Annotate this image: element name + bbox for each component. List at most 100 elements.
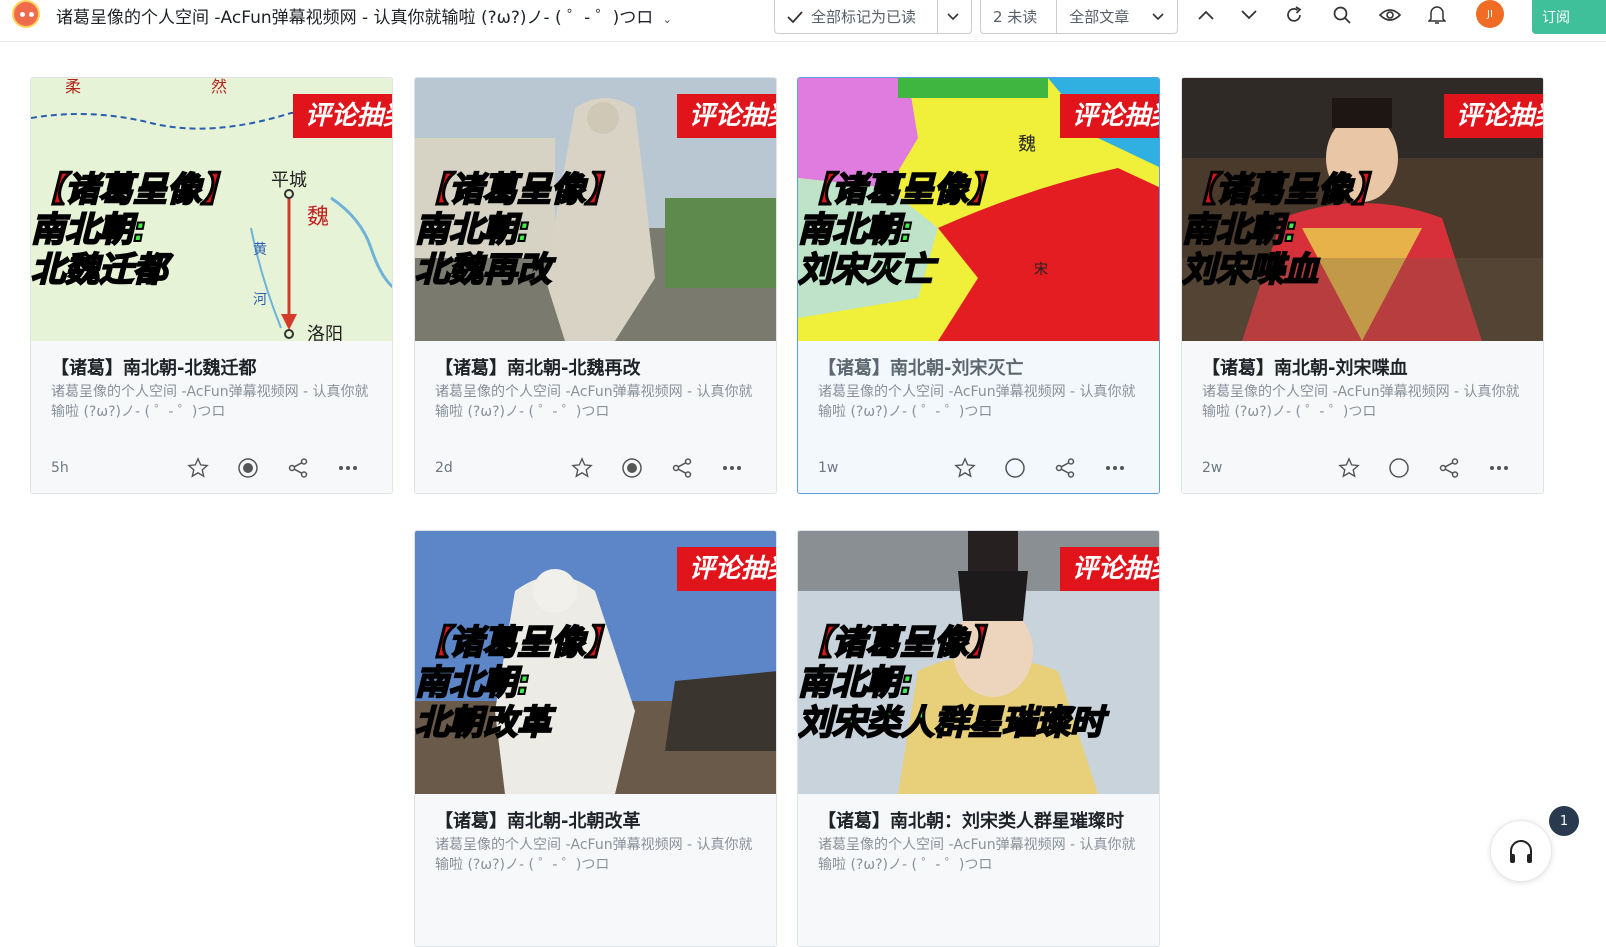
mark-all-read-options-button[interactable] xyxy=(937,0,971,33)
article-title[interactable]: 【诸葛】南北朝-北魏再改 xyxy=(435,354,640,380)
thumbnail-line: 【诸葛呈像】 xyxy=(31,169,236,211)
thumbnail-badge: 评论抽奖 xyxy=(1060,547,1159,591)
feed-title-text: 诸葛呈像的个人空间 -AcFun弹幕视频网 - 认真你就输啦 (?ω?)ノ- (… xyxy=(56,8,654,28)
article-title[interactable]: 【诸葛】南北朝：刘宋类人群星璀璨时 xyxy=(818,807,1124,833)
article-thumbnail: 魏 宋 评论抽奖 【诸葛呈像】 南北朝: 刘宋灭亡 xyxy=(798,78,1159,341)
article-title[interactable]: 【诸葛】南北朝-刘宋灭亡 xyxy=(818,354,1023,380)
share-button[interactable] xyxy=(286,456,310,480)
more-options-button[interactable] xyxy=(720,456,744,480)
feed-title-dropdown[interactable]: 诸葛呈像的个人空间 -AcFun弹幕视频网 - 认真你就输啦 (?ω?)ノ- (… xyxy=(56,3,672,28)
article-description: 诸葛呈像的个人空间 -AcFun弹幕视频网 - 认真你就输啦 (?ω?)ノ- (… xyxy=(51,384,369,420)
share-icon xyxy=(1439,458,1459,478)
read-circle-icon xyxy=(1005,458,1025,478)
more-icon xyxy=(1106,466,1124,470)
thumbnail-line: 南北朝: xyxy=(31,209,148,251)
audio-player-button[interactable] xyxy=(1490,820,1552,882)
check-icon xyxy=(787,10,803,23)
map-label: 平城 xyxy=(271,170,307,190)
star-button[interactable] xyxy=(1337,456,1361,480)
mark-all-read-label: 全部标记为已读 xyxy=(811,8,917,26)
user-avatar[interactable]: JI xyxy=(1476,0,1504,28)
article-title[interactable]: 【诸葛】南北朝-北魏迁都 xyxy=(51,354,256,380)
star-icon xyxy=(187,457,209,478)
unread-dot-icon xyxy=(238,458,258,478)
refresh-button[interactable] xyxy=(1282,4,1306,26)
chevron-up-icon xyxy=(1198,10,1214,20)
thumbnail-badge: 评论抽奖 xyxy=(1060,94,1159,138)
article-title[interactable]: 【诸葛】南北朝-刘宋喋血 xyxy=(1202,354,1407,380)
mark-read-button[interactable] xyxy=(236,456,260,480)
bell-icon xyxy=(1428,6,1446,24)
article-card[interactable]: 评论抽奖 【诸葛呈像】 南北朝: 刘宋喋血 【诸葛】南北朝-刘宋喋血 诸葛呈像的… xyxy=(1181,77,1544,494)
share-button[interactable] xyxy=(1053,456,1077,480)
map-label: 然 xyxy=(211,78,227,96)
more-icon xyxy=(339,466,357,470)
headphones-icon xyxy=(1510,840,1532,863)
more-options-button[interactable] xyxy=(336,456,360,480)
thumbnail-badge: 评论抽奖 xyxy=(677,94,776,138)
share-icon xyxy=(1055,458,1075,478)
subscribe-button[interactable]: 订阅 xyxy=(1532,0,1606,34)
all-articles-filter-button[interactable]: 全部文章 xyxy=(1056,0,1177,33)
article-thumbnail: 平城 魏 洛阳 柔 然 黄 河 评论抽奖 【诸葛呈像】 南北朝: 北魏迁都 xyxy=(31,78,392,341)
unread-filter-label: 2 未读 xyxy=(993,8,1038,26)
next-article-button[interactable] xyxy=(1237,4,1261,26)
star-button[interactable] xyxy=(570,456,594,480)
mark-all-read-group: 全部标记为已读 xyxy=(774,0,972,34)
share-button[interactable] xyxy=(1437,456,1461,480)
star-icon xyxy=(954,457,976,478)
star-icon xyxy=(571,457,593,478)
refresh-icon xyxy=(1287,6,1302,22)
chevron-down-icon xyxy=(1152,12,1164,20)
map-label: 柔 xyxy=(65,78,81,96)
search-icon xyxy=(1333,6,1351,24)
thumbnail-line: 【诸葛呈像】 xyxy=(415,622,620,664)
thumbnail-line: 【诸葛呈像】 xyxy=(1182,169,1387,211)
article-description: 诸葛呈像的个人空间 -AcFun弹幕视频网 - 认真你就输啦 (?ω?)ノ- (… xyxy=(818,384,1136,420)
map-label: 河 xyxy=(253,291,267,307)
mark-all-read-button[interactable]: 全部标记为已读 xyxy=(775,0,937,33)
thumbnail-line: 北魏迁都 xyxy=(31,249,168,291)
share-button[interactable] xyxy=(670,456,694,480)
article-card[interactable]: 评论抽奖 【诸葛呈像】 南北朝: 北朝改革 【诸葛】南北朝-北朝改革 诸葛呈像的… xyxy=(414,530,777,947)
star-button[interactable] xyxy=(953,456,977,480)
unread-filter-button[interactable]: 2 未读 xyxy=(981,0,1056,33)
article-actions xyxy=(1332,456,1532,480)
article-time: 2d xyxy=(435,460,453,476)
top-bar: 诸葛呈像的个人空间 -AcFun弹幕视频网 - 认真你就输啦 (?ω?)ノ- (… xyxy=(0,0,1606,42)
article-title[interactable]: 【诸葛】南北朝-北朝改革 xyxy=(435,807,640,833)
chevron-down-icon: ⌄ xyxy=(662,13,672,26)
mark-unread-button[interactable] xyxy=(1003,456,1027,480)
eye-icon xyxy=(1379,9,1401,21)
thumbnail-line: 刘宋类人群星璀璨时 xyxy=(798,702,1105,744)
filter-group: 2 未读 全部文章 xyxy=(980,0,1178,34)
map-label: 黄 xyxy=(253,241,267,257)
star-button[interactable] xyxy=(186,456,210,480)
star-icon xyxy=(1338,457,1360,478)
thumbnail-line: 北魏再改 xyxy=(415,249,552,291)
article-card[interactable]: 平城 魏 洛阳 柔 然 黄 河 评论抽奖 【诸葛呈像】 南北朝: 北魏迁都 【诸… xyxy=(30,77,393,494)
view-mode-button[interactable] xyxy=(1378,4,1402,26)
article-time: 2w xyxy=(1202,460,1223,476)
thumbnail-line: 南北朝: xyxy=(798,209,915,251)
thumbnail-badge: 评论抽奖 xyxy=(677,547,776,591)
more-icon xyxy=(1490,466,1508,470)
notifications-button[interactable] xyxy=(1425,4,1449,26)
search-button[interactable] xyxy=(1330,4,1354,26)
thumbnail-line: 【诸葛呈像】 xyxy=(798,169,1003,211)
article-thumbnail: 评论抽奖 【诸葛呈像】 南北朝: 刘宋类人群星璀璨时 xyxy=(798,531,1159,794)
previous-article-button[interactable] xyxy=(1194,4,1218,26)
more-options-button[interactable] xyxy=(1487,456,1511,480)
chevron-down-icon xyxy=(1241,10,1257,20)
thumbnail-line: 南北朝: xyxy=(1182,209,1299,251)
article-thumbnail: 评论抽奖 【诸葛呈像】 南北朝: 北朝改革 xyxy=(415,531,776,794)
article-description: 诸葛呈像的个人空间 -AcFun弹幕视频网 - 认真你就输啦 (?ω?)ノ- (… xyxy=(818,837,1136,873)
chevron-down-icon xyxy=(947,12,959,20)
article-description: 诸葛呈像的个人空间 -AcFun弹幕视频网 - 认真你就输啦 (?ω?)ノ- (… xyxy=(435,837,753,873)
mark-read-button[interactable] xyxy=(620,456,644,480)
article-card[interactable]: 评论抽奖 【诸葛呈像】 南北朝: 北魏再改 【诸葛】南北朝-北魏再改 诸葛呈像的… xyxy=(414,77,777,494)
article-card[interactable]: 评论抽奖 【诸葛呈像】 南北朝: 刘宋类人群星璀璨时 【诸葛】南北朝：刘宋类人群… xyxy=(797,530,1160,947)
more-options-button[interactable] xyxy=(1103,456,1127,480)
mark-unread-button[interactable] xyxy=(1387,456,1411,480)
article-card[interactable]: 魏 宋 评论抽奖 【诸葛呈像】 南北朝: 刘宋灭亡 【诸葛】南北朝-刘宋灭亡 诸… xyxy=(797,77,1160,494)
